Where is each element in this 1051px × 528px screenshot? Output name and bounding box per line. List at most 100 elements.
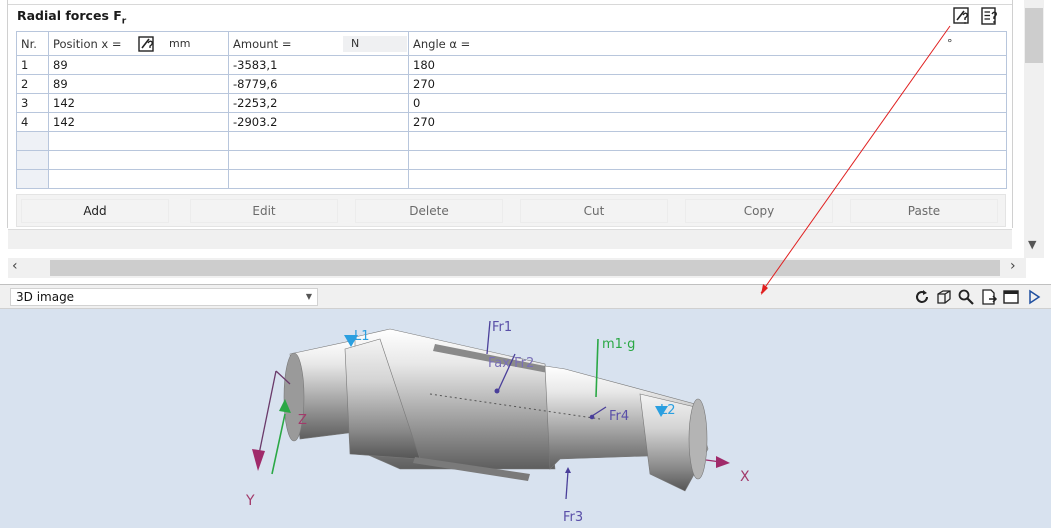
force-point (589, 414, 595, 420)
amount-cell[interactable] (228, 169, 409, 189)
header-nr: Nr. (16, 31, 49, 56)
cube-view-icon[interactable] (935, 288, 953, 306)
table-row[interactable]: 2 89 -8779,6 270 (16, 74, 1007, 94)
scroll-left-icon[interactable]: ‹ (12, 258, 18, 274)
position-cell[interactable] (48, 169, 229, 189)
row-number: 1 (16, 55, 49, 75)
panel-border (7, 0, 8, 228)
label-fax-fr2: Fax Fr2 (488, 356, 534, 371)
copy-button[interactable]: Copy (685, 199, 833, 223)
amount-cell[interactable] (228, 150, 409, 170)
row-number: 4 (16, 112, 49, 132)
panel-border (1012, 0, 1013, 228)
label-axis-y: Y (245, 493, 255, 509)
angle-cell[interactable]: 270 (408, 112, 1007, 132)
label-m1g: m1·g (602, 337, 635, 352)
empty-row[interactable] (16, 150, 1007, 170)
vertical-scrollbar[interactable]: ▼ (1024, 0, 1044, 258)
horizontal-scrollbar[interactable]: ‹ › (8, 258, 1026, 278)
scroll-down-icon[interactable]: ▼ (1028, 238, 1036, 251)
view-mode-value: 3D image (16, 290, 75, 304)
empty-row[interactable] (16, 169, 1007, 189)
label-fr3: Fr3 (563, 510, 583, 525)
table-button-row: Add Edit Delete Cut Copy Paste (16, 194, 1006, 227)
view-mode-select[interactable]: 3D image ▼ (10, 288, 318, 306)
window-icon[interactable] (1002, 288, 1020, 306)
delete-button[interactable]: Delete (355, 199, 503, 223)
shaft-body (283, 328, 709, 492)
position-cell[interactable]: 89 (48, 74, 229, 94)
rotate-icon[interactable] (914, 288, 932, 306)
label-axis-z: Z (298, 413, 307, 428)
position-cell[interactable]: 142 (48, 112, 229, 132)
amount-cell[interactable]: -2903.2 (228, 112, 409, 132)
x-axis-arrow (716, 456, 730, 468)
row-number: 2 (16, 74, 49, 94)
cut-button[interactable]: Cut (520, 199, 668, 223)
edit-button[interactable]: Edit (190, 199, 338, 223)
label-l1: L1 (354, 329, 370, 344)
label-fr4: Fr4 (609, 409, 629, 424)
export-document-icon[interactable] (980, 288, 998, 306)
table-header-row: Nr. Position x = mm Amount = N Angle α = (16, 31, 1007, 56)
play-icon[interactable] (1025, 288, 1043, 306)
amount-unit: N (343, 36, 407, 52)
horizontal-scroll-thumb[interactable] (50, 260, 1000, 276)
paste-button[interactable]: Paste (850, 199, 998, 223)
header-position: Position x = mm (48, 31, 229, 56)
shaft-end-face (688, 398, 708, 480)
angle-cell[interactable]: 0 (408, 93, 1007, 113)
angle-cell[interactable] (408, 131, 1007, 151)
view-panel: 3D image ▼ Fr1 Fax Fr2 Fr3 Fr4 m1·g L1 L… (0, 284, 1051, 528)
empty-row[interactable] (16, 131, 1007, 151)
header-amount: Amount = N (228, 31, 409, 56)
amount-cell[interactable]: -2253,2 (228, 93, 409, 113)
force-point (494, 388, 500, 394)
table-row[interactable]: 4 142 -2903.2 270 (16, 112, 1007, 132)
section-title: Radial forces Fr (17, 8, 127, 27)
row-number: 3 (16, 93, 49, 113)
position-unit: mm (169, 37, 191, 50)
amount-cell[interactable]: -8779,6 (228, 74, 409, 94)
table-row[interactable]: 3 142 -2253,2 0 (16, 93, 1007, 113)
amount-cell[interactable]: -3583,1 (228, 55, 409, 75)
shaft-3d-view[interactable]: Fr1 Fax Fr2 Fr3 Fr4 m1·g L1 L2 X Y Z (0, 309, 1051, 528)
angle-cell[interactable]: 270 (408, 74, 1007, 94)
angle-unit: ° (947, 37, 953, 50)
force-arrow-fr1 (486, 320, 491, 355)
angle-cell[interactable] (408, 150, 1007, 170)
force-arrow-head (565, 467, 571, 473)
vertical-scroll-thumb[interactable] (1025, 8, 1043, 63)
position-cell[interactable] (48, 131, 229, 151)
add-button[interactable]: Add (21, 199, 169, 223)
table-row[interactable]: 1 89 -3583,1 180 (16, 55, 1007, 75)
scroll-right-icon[interactable]: › (1010, 258, 1016, 274)
header-angle: Angle α = ° (408, 31, 1007, 56)
position-cell[interactable]: 89 (48, 55, 229, 75)
app-root: Radial forces Fr Nr. Position x = mm Amo… (0, 0, 1051, 528)
force-arrow-fr3 (565, 470, 569, 500)
position-cell[interactable] (48, 150, 229, 170)
edit-help-icon[interactable] (952, 6, 972, 26)
forces-panel: Radial forces Fr Nr. Position x = mm Amo… (0, 0, 1024, 258)
document-help-icon[interactable] (980, 6, 1000, 26)
angle-cell[interactable]: 180 (408, 55, 1007, 75)
label-fr1: Fr1 (492, 320, 512, 335)
panel-footer (8, 229, 1012, 249)
row-number (16, 150, 49, 170)
chevron-down-icon: ▼ (305, 292, 312, 301)
amount-cell[interactable] (228, 131, 409, 151)
label-l2: L2 (660, 403, 676, 418)
angle-cell[interactable] (408, 169, 1007, 189)
position-cell[interactable]: 142 (48, 93, 229, 113)
label-axis-x: X (740, 469, 750, 485)
edit-position-icon[interactable] (137, 35, 157, 53)
y-axis-line (257, 370, 277, 460)
view-toolbar: 3D image ▼ (0, 285, 1051, 309)
zoom-icon[interactable] (957, 288, 975, 306)
z-axis-line (271, 413, 286, 475)
row-number (16, 169, 49, 189)
y-axis-arrow (252, 449, 265, 471)
panel-border (8, 4, 1012, 5)
row-number (16, 131, 49, 151)
